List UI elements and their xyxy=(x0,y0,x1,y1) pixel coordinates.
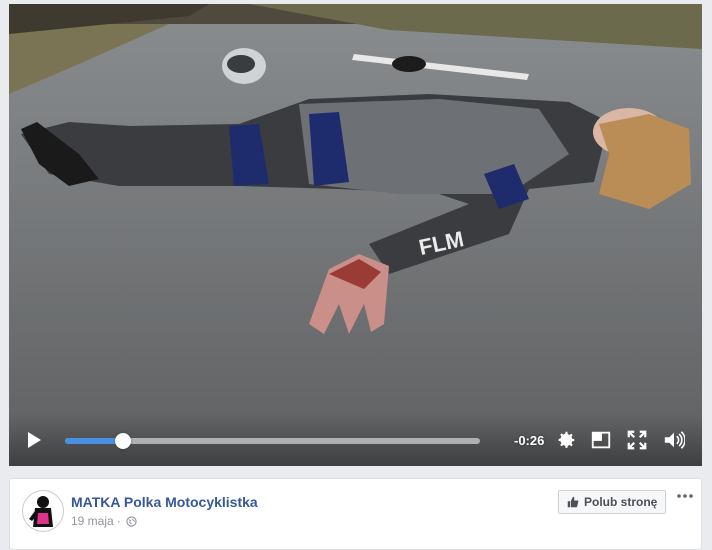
post-meta: 19 maja · xyxy=(71,514,137,528)
picture-in-picture-icon[interactable] xyxy=(590,429,612,451)
like-page-button[interactable]: Polub stronę xyxy=(558,490,667,514)
gear-icon[interactable] xyxy=(555,429,577,451)
post-card: MATKA Polka Motocyklistka 19 maja · Polub… xyxy=(9,478,702,550)
volume-icon[interactable] xyxy=(663,429,685,451)
play-icon[interactable] xyxy=(25,431,43,449)
progress-bar[interactable] xyxy=(65,433,480,449)
more-options-icon[interactable] xyxy=(676,491,694,505)
video-frame: FLM xyxy=(9,4,702,466)
video-player[interactable]: FLM -0:26 xyxy=(9,4,702,466)
like-page-label: Polub stronę xyxy=(584,495,658,509)
thumbs-up-icon xyxy=(567,496,579,508)
page-name-link[interactable]: MATKA Polka Motocyklistka xyxy=(71,494,258,510)
progress-thumb[interactable] xyxy=(115,433,132,449)
video-controls: -0:26 xyxy=(9,414,702,466)
globe-icon[interactable] xyxy=(126,516,137,527)
fullscreen-icon[interactable] xyxy=(626,429,648,451)
time-remaining: -0:26 xyxy=(514,433,545,448)
avatar[interactable] xyxy=(22,490,64,532)
post-date[interactable]: 19 maja xyxy=(71,514,114,528)
meta-separator: · xyxy=(116,514,121,528)
page-logo xyxy=(29,496,53,527)
